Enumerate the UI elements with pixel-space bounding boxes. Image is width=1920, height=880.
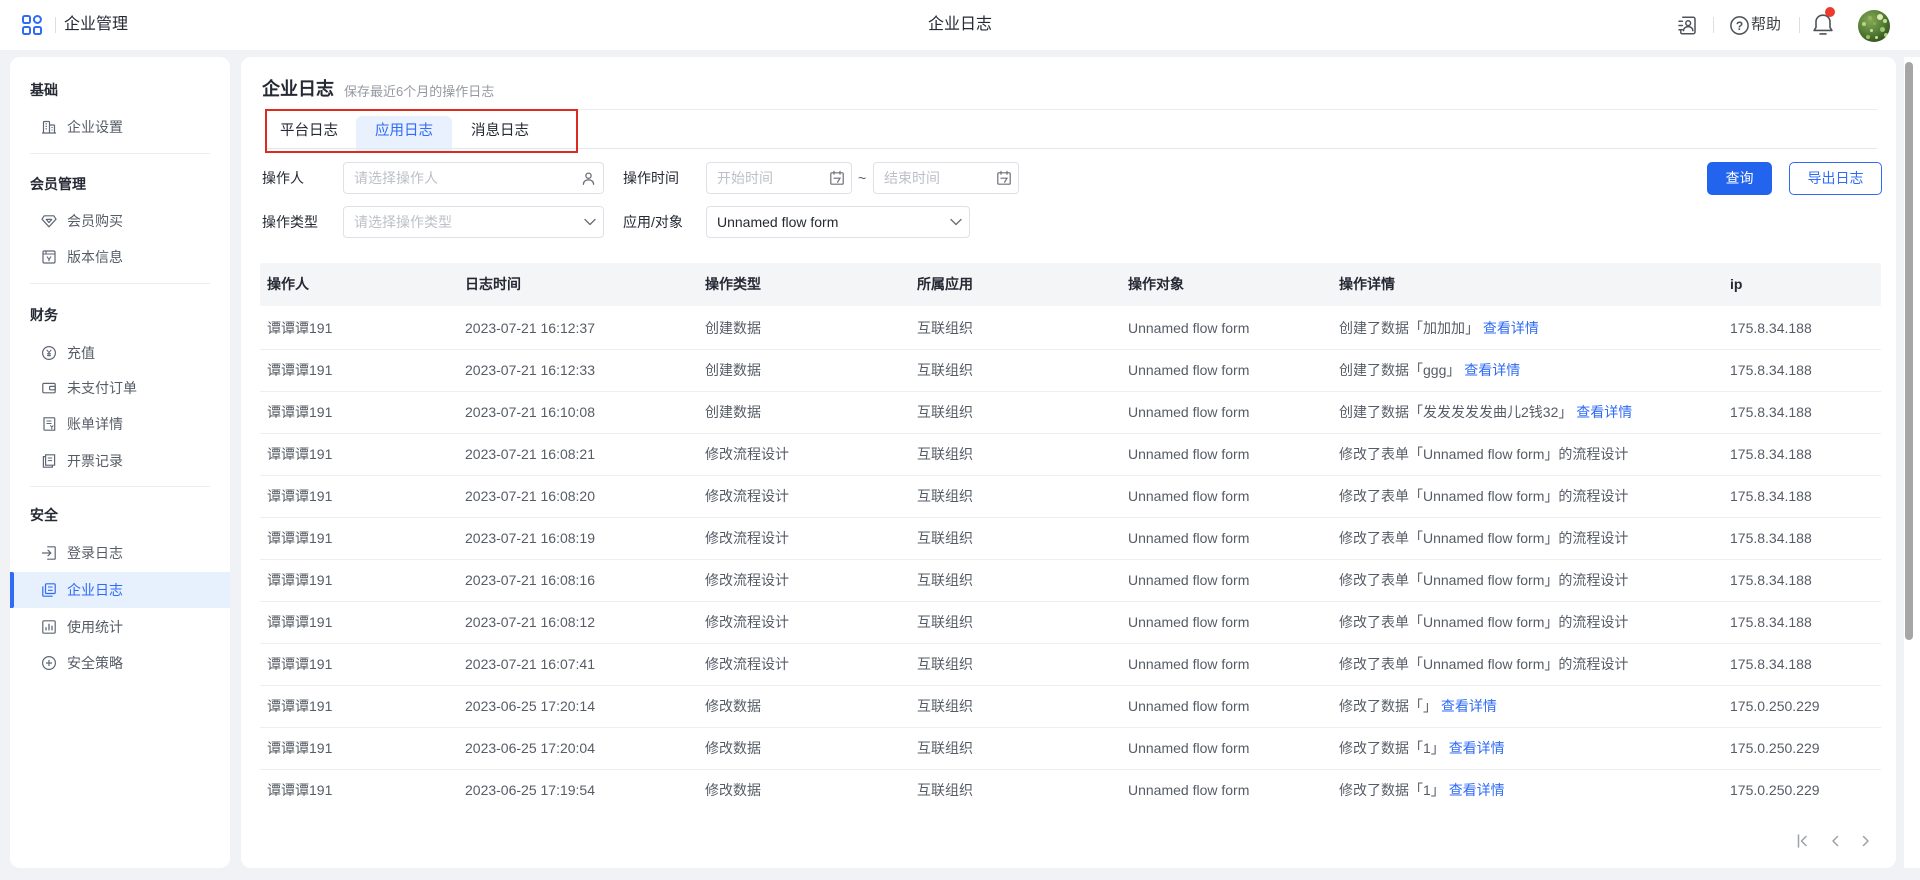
svg-text:?: ? <box>1736 19 1743 33</box>
